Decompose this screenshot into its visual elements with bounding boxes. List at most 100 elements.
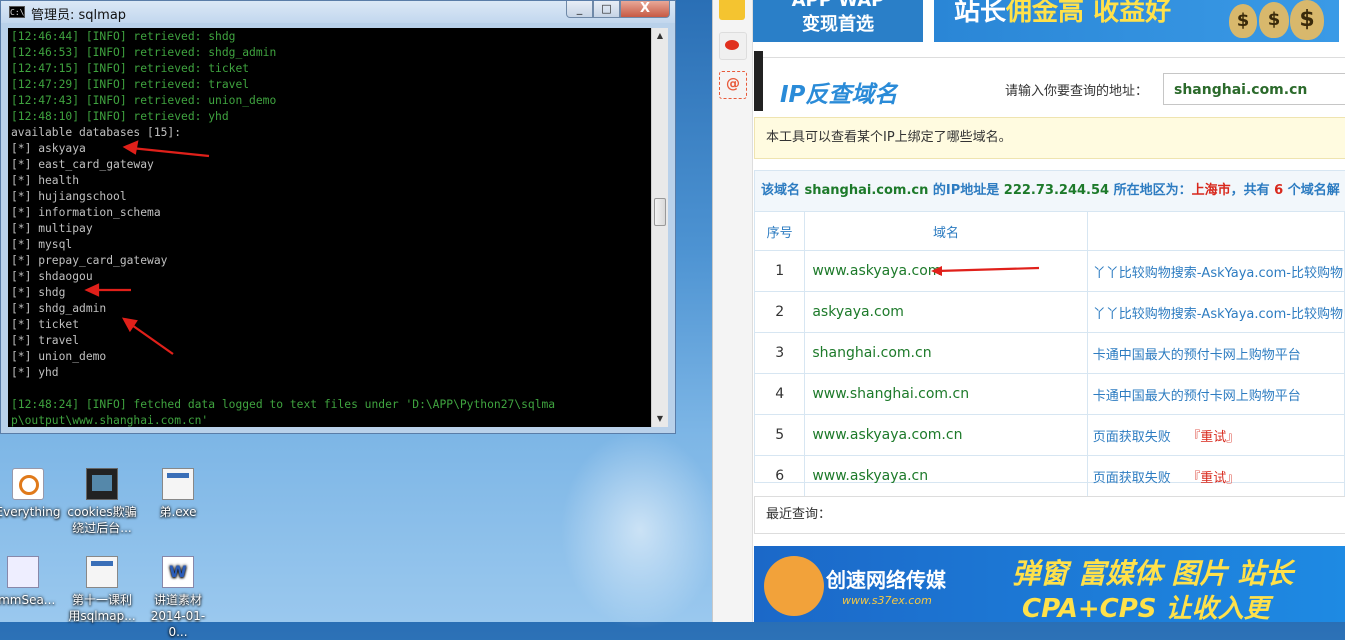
ad-slogan-line1: 弹窗 富媒体 图片 站长: [1012, 557, 1294, 590]
page-title: IP反查域名: [780, 82, 898, 108]
window-titlebar[interactable]: C:\ 管理员: sqlmap _ □ X: [1, 1, 675, 23]
retry-link[interactable]: 『重试』: [1187, 471, 1239, 486]
scroll-down-icon[interactable]: ▼: [655, 412, 665, 426]
desktop-icon-label: 弟.exe: [159, 505, 197, 519]
tool-notice: 本工具可以查看某个IP上绑定了哪些域名。: [754, 117, 1345, 159]
shortcut-icon: [7, 556, 39, 588]
summary-text: ，共有: [1230, 183, 1275, 198]
console-line: [*] askyaya: [11, 142, 86, 155]
results-summary: 该域名 shanghai.com.cn 的IP地址是 222.73.244.54…: [755, 171, 1345, 212]
domain-link[interactable]: www.askyaya.com.cn: [804, 414, 1088, 456]
console-line: [*] ticket: [11, 318, 80, 331]
maximize-button[interactable]: □: [593, 1, 620, 18]
site-title[interactable]: 卡通中国最大的预付卡网上购物平台: [1093, 389, 1301, 404]
site-title[interactable]: 页面获取失败: [1093, 471, 1171, 486]
window-title: 管理员: sqlmap: [31, 8, 127, 23]
everything-icon: [12, 468, 44, 500]
summary-count: 6: [1274, 183, 1284, 198]
console-line: [12:46:53] [INFO] retrieved: shdg_admin: [11, 46, 277, 59]
site-title[interactable]: 丫丫比较购物搜索-AskYaya.com-比较购物: [1093, 307, 1343, 322]
site-title[interactable]: 丫丫比较购物搜索-AskYaya.com-比较购物: [1093, 266, 1343, 281]
minimize-button[interactable]: _: [566, 1, 593, 18]
row-number: 1: [755, 250, 806, 292]
desktop-icon-label: Everything: [0, 505, 61, 519]
console-line: [12:48:10] [INFO] retrieved: yhd: [11, 110, 229, 123]
money-bag-icon: $: [1229, 4, 1257, 38]
weibo-share-icon[interactable]: [719, 32, 747, 60]
console-scrollbar[interactable]: ▲ ▼: [651, 28, 668, 427]
desktop-icon-label: ommSea...: [0, 593, 56, 607]
console-line: [*] information_schema: [11, 206, 161, 219]
ad-brand: 创速网络传媒: [826, 568, 946, 592]
ad-slogan-line2: CPA+CPS 让收入更: [1022, 594, 1270, 622]
desktop-icon-label: 第十一课利用sqlmap...: [68, 593, 136, 623]
site-title-cell[interactable]: 页面获取失败 『重试』: [1087, 455, 1345, 497]
retry-link[interactable]: 『重试』: [1187, 430, 1239, 445]
row-number: 2: [755, 291, 806, 333]
ad-highlight: 佣金高 收益好: [1006, 0, 1172, 27]
row-number: 6: [755, 455, 806, 497]
domain-link[interactable]: askyaya.com: [804, 291, 1088, 333]
console-line: [*] shdg: [11, 286, 66, 299]
desktop-icon-lesson11[interactable]: 第十一课利用sqlmap...: [67, 556, 137, 624]
email-share-icon[interactable]: @: [719, 71, 747, 99]
address-input[interactable]: shanghai.com.cn: [1163, 73, 1345, 105]
favorite-star-icon[interactable]: [719, 0, 745, 20]
desktop-icon-exe[interactable]: 弟.exe: [143, 468, 213, 520]
domain-link[interactable]: www.askyaya.cn: [804, 455, 1088, 497]
site-title-cell[interactable]: 卡通中国最大的预付卡网上购物平台: [1087, 332, 1345, 374]
site-title-cell[interactable]: 卡通中国最大的预付卡网上购物平台: [1087, 373, 1345, 415]
table-row: 1 www.askyaya.com 丫丫比较购物搜索-AskYaya.com-比较购…: [755, 250, 1345, 292]
domain-link[interactable]: www.shanghai.com.cn: [804, 373, 1088, 415]
domain-link[interactable]: www.askyaya.com: [804, 250, 1088, 292]
site-title-cell[interactable]: 丫丫比较购物搜索-AskYaya.com-比较购物: [1087, 291, 1345, 333]
console-line: [12:47:43] [INFO] retrieved: union_demo: [11, 94, 277, 107]
console-line: [*] east_card_gateway: [11, 158, 154, 171]
ad-banner-app-wap[interactable]: APP WAP 变现首选: [753, 0, 923, 42]
desktop-icon-cookies[interactable]: cookies欺骗绕过后台...: [67, 468, 137, 536]
summary-text: 个域名解: [1283, 183, 1340, 198]
scroll-thumb[interactable]: [654, 198, 666, 226]
console-line: [*] prepay_card_gateway: [11, 254, 168, 267]
ad-banner-bottom[interactable]: 创速网络传媒 www.s37ex.com 弹窗 富媒体 图片 站长 CPA+CP…: [754, 546, 1345, 622]
table-row: 3 shanghai.com.cn 卡通中国最大的预付卡网上购物平台: [755, 332, 1345, 374]
recent-queries: 最近查询：: [754, 496, 1345, 534]
exe-icon: [86, 556, 118, 588]
desktop-icon-commsea[interactable]: ommSea...: [0, 556, 58, 608]
desktop-wallpaper-glow: [560, 430, 720, 630]
close-button[interactable]: X: [620, 1, 670, 18]
console-line: [*] mysql: [11, 238, 73, 251]
site-title[interactable]: 页面获取失败: [1093, 430, 1171, 445]
tool-header: IP反查域名 请输入你要查询的地址： shanghai.com.cn: [754, 51, 1345, 118]
word-doc-icon: W: [162, 556, 194, 588]
site-title-cell[interactable]: 丫丫比较购物搜索-AskYaya.com-比较购物: [1087, 250, 1345, 292]
col-header-domain: 域名: [804, 212, 1088, 251]
ad-banner-webmaster[interactable]: 站长佣金高 收益好 $ $ $: [934, 0, 1339, 42]
exe-icon: [162, 468, 194, 500]
summary-region: 上海市: [1191, 183, 1231, 198]
sqlmap-console-window[interactable]: C:\ 管理员: sqlmap _ □ X [12:46:44] [INFO] …: [0, 0, 676, 434]
row-number: 3: [755, 332, 806, 374]
console-line: [*] shdaogou: [11, 270, 93, 283]
console-line: available databases [15]:: [11, 126, 182, 139]
desktop-icon-material[interactable]: W 讲道素材2014-01-0...: [143, 556, 213, 640]
console-lines: [12:46:44] [INFO] retrieved: shdg [12:46:…: [11, 29, 555, 427]
console-line: [12:46:44] [INFO] retrieved: shdg: [11, 30, 236, 43]
site-title[interactable]: 卡通中国最大的预付卡网上购物平台: [1093, 348, 1301, 363]
site-title-cell[interactable]: 页面获取失败 『重试』: [1087, 414, 1345, 456]
domain-link[interactable]: shanghai.com.cn: [804, 332, 1088, 374]
scroll-up-icon[interactable]: ▲: [655, 29, 665, 43]
row-number: 5: [755, 414, 806, 456]
console-line: [*] union_demo: [11, 350, 107, 363]
table-header-row: 序号 域名: [755, 212, 1345, 251]
console-output[interactable]: [12:46:44] [INFO] retrieved: shdg [12:46:…: [8, 28, 651, 427]
desktop-icon-label: cookies欺骗绕过后台...: [67, 505, 137, 535]
summary-text: 所在地区为：: [1109, 183, 1192, 198]
brand-logo-icon: [764, 556, 824, 616]
col-header-no: 序号: [755, 212, 806, 251]
console-line: [*] hujiangschool: [11, 190, 127, 203]
domain-table: 序号 域名 1 www.askyaya.com 丫丫比较购物搜索-AskYaya.c…: [755, 212, 1345, 497]
desktop-icon-everything[interactable]: Everything: [0, 468, 63, 520]
